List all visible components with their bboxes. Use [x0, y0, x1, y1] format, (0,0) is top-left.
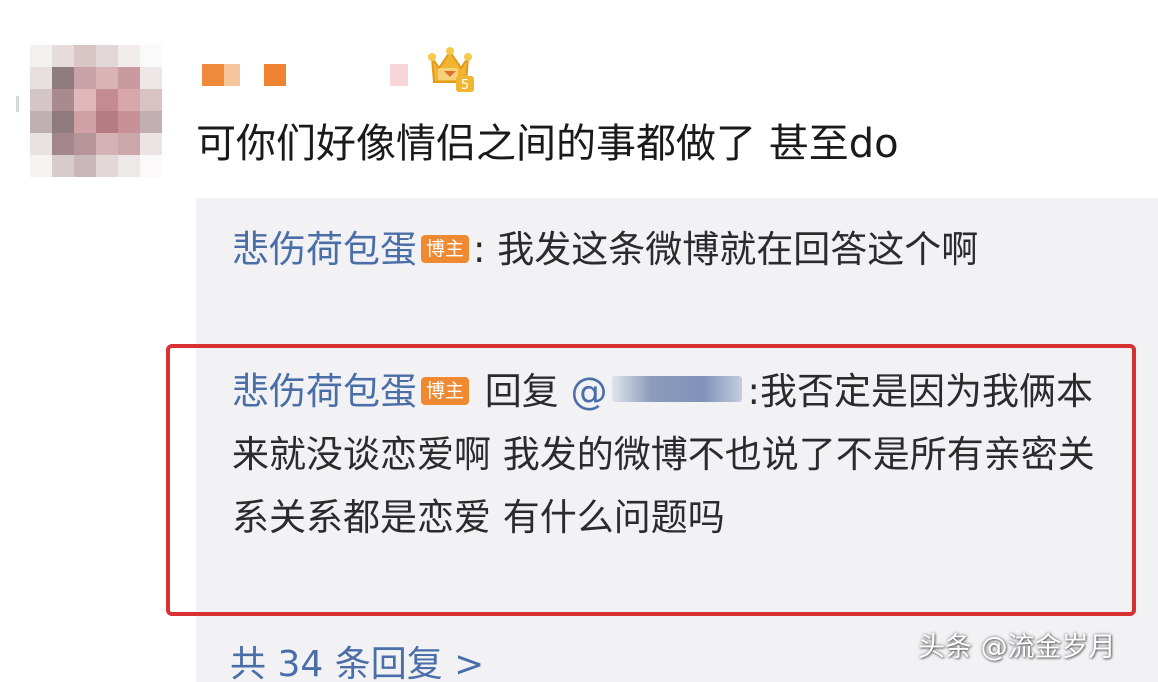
reply-text: 我发这条微博就在回答这个啊 [497, 228, 979, 271]
screenshot-page: 5 可你们好像情侣之间的事都做了 甚至do 悲伤荷包蛋 博主: 我发这条微博就在回… [0, 0, 1158, 682]
vip-level-number: 5 [461, 78, 469, 93]
vip-crown-icon: 5 [428, 47, 474, 93]
edge-marker [16, 96, 19, 112]
author-badge: 博主 [421, 235, 470, 263]
view-all-replies-link[interactable]: 共 34 条回复 > [230, 640, 484, 682]
reply-separator: : [473, 228, 486, 271]
highlight-frame [166, 344, 1136, 616]
watermark: 头条 @流金岁月 [918, 632, 1116, 663]
reply-author-link[interactable]: 悲伤荷包蛋 [232, 228, 417, 271]
reply-item: 悲伤荷包蛋 博主: 我发这条微博就在回答这个啊 [232, 218, 1112, 281]
avatar[interactable] [30, 45, 162, 177]
comment-text: 可你们好像情侣之间的事都做了 甚至do [196, 121, 899, 167]
